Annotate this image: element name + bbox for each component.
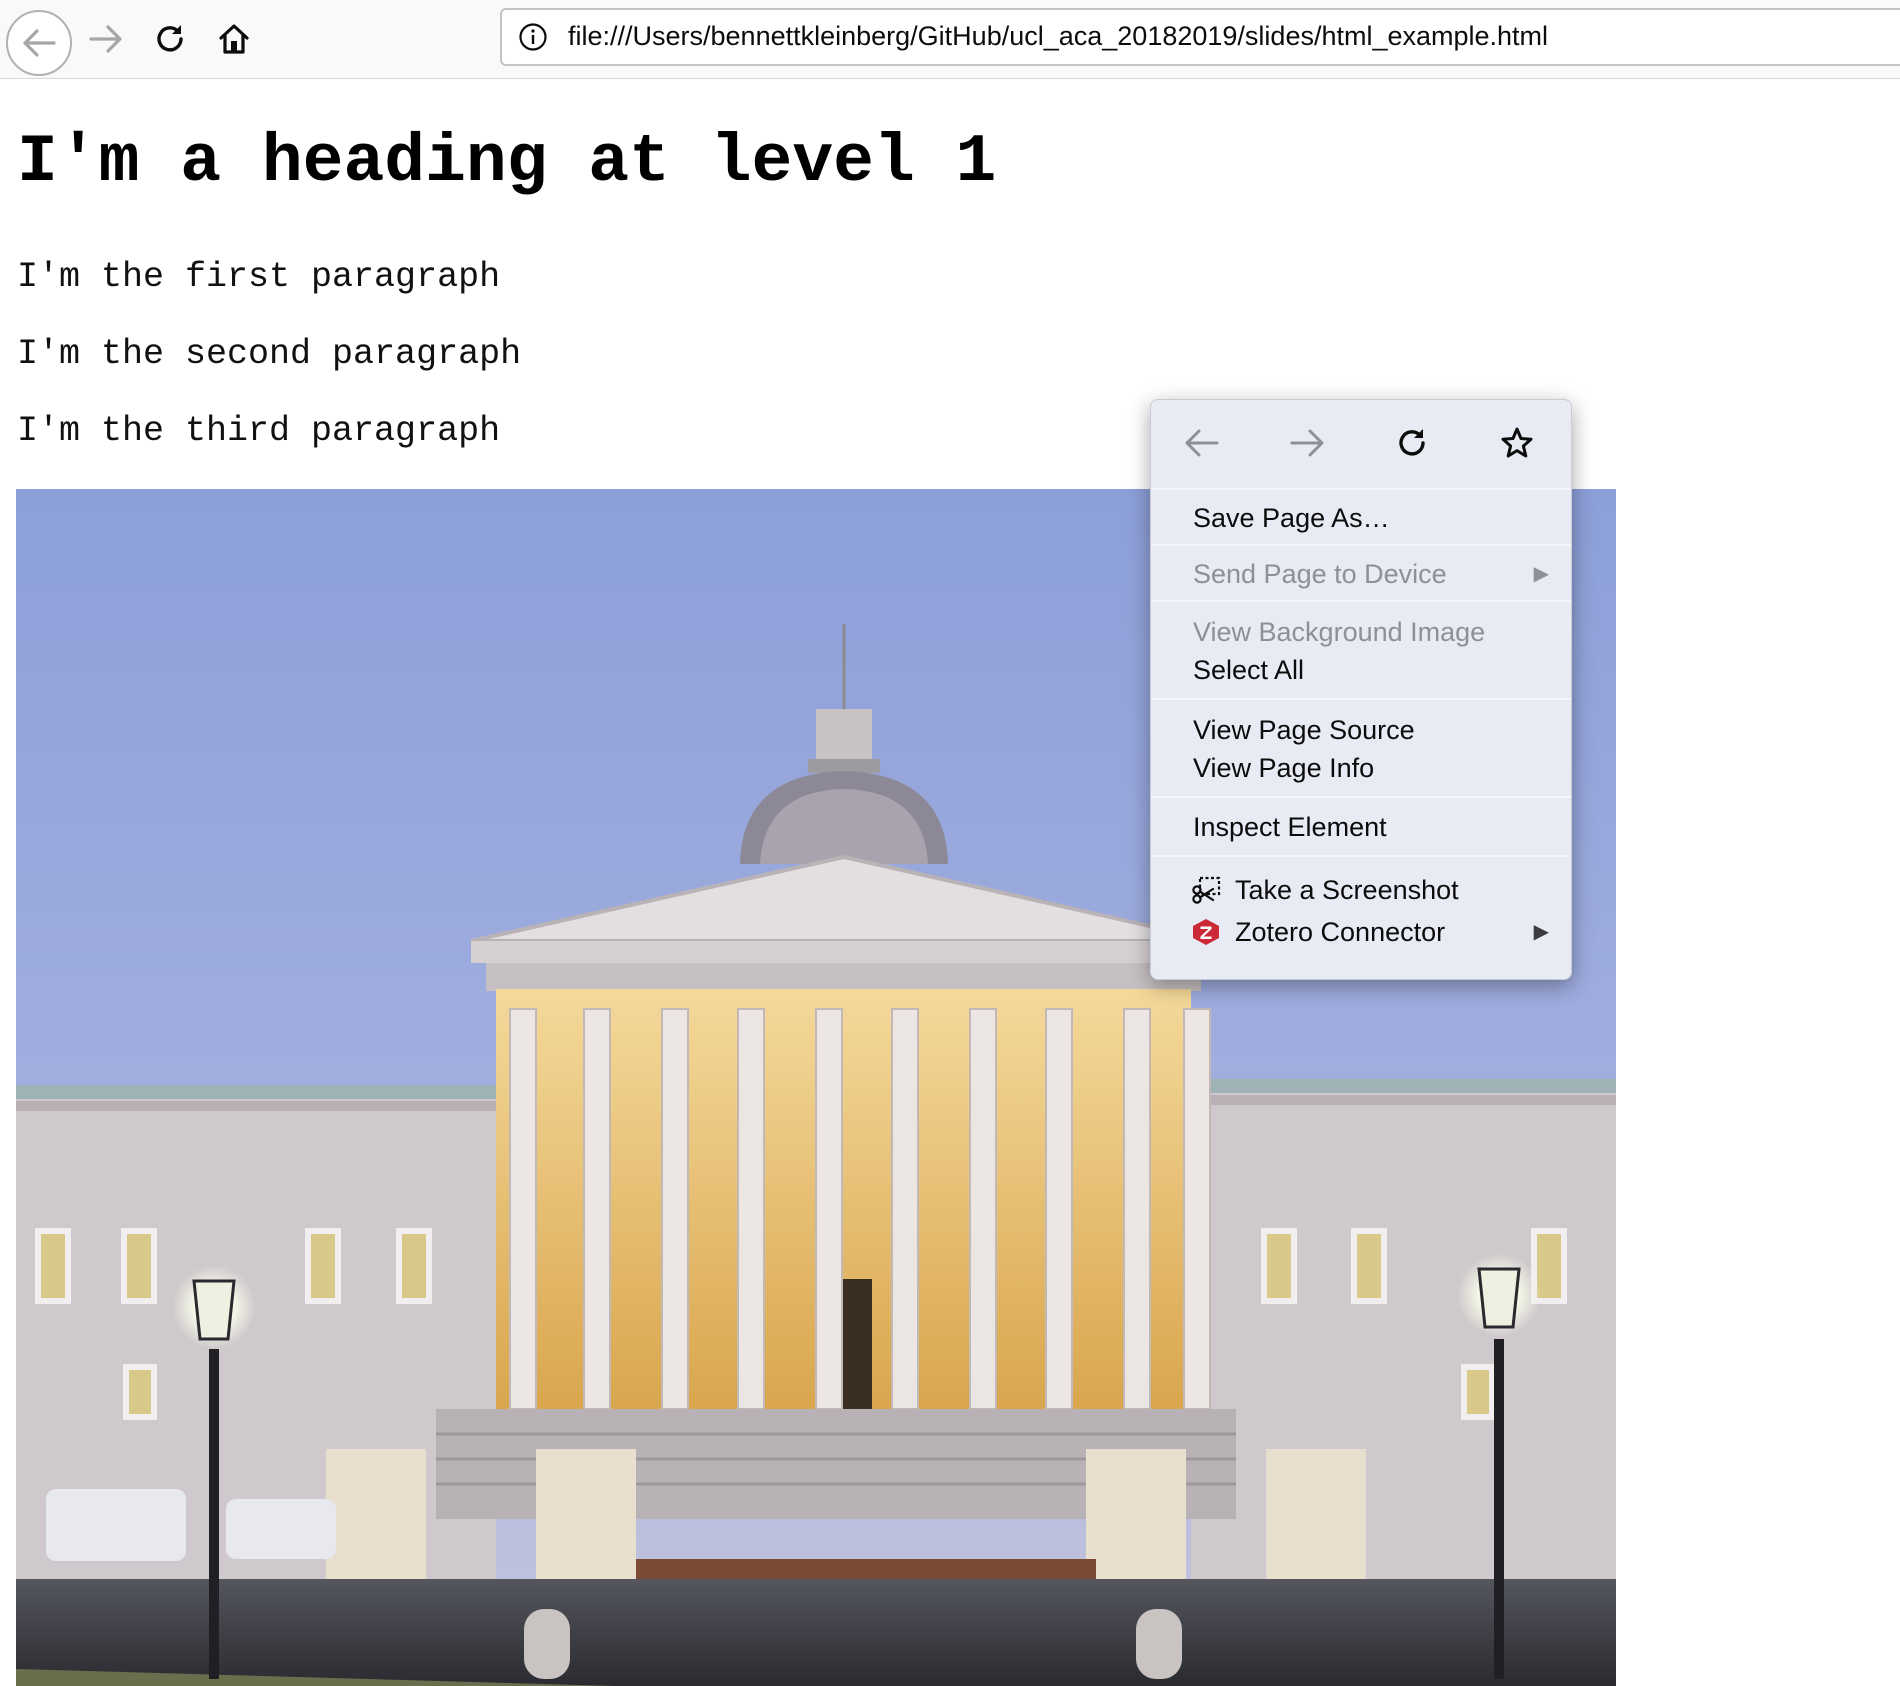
- zotero-icon: [1193, 919, 1219, 945]
- reload-icon: [1399, 429, 1425, 456]
- menu-item-label: Send Page to Device: [1193, 559, 1447, 589]
- submenu-arrow-icon: ▶: [1533, 563, 1549, 585]
- reload-button[interactable]: [142, 11, 198, 67]
- context-bookmark-button[interactable]: [1494, 420, 1540, 466]
- paragraph-second: I'm the second paragraph: [17, 334, 522, 374]
- context-group-inspect: Inspect Element: [1151, 798, 1571, 855]
- url-bar[interactable]: file:///Users/bennettkleinberg/GitHub/uc…: [500, 8, 1900, 66]
- menu-item-label: Zotero Connector: [1235, 917, 1446, 947]
- back-arrow-icon: [23, 29, 56, 57]
- menu-item-view-background-image[interactable]: View Background Image: [1151, 613, 1571, 651]
- url-text[interactable]: file:///Users/bennettkleinberg/GitHub/uc…: [568, 21, 1548, 52]
- context-menu-navigation: [1151, 400, 1571, 490]
- menu-item-take-screenshot[interactable]: Take a Screenshot: [1151, 869, 1571, 911]
- context-group-extensions: Take a Screenshot Zotero Connector ▶: [1151, 857, 1571, 963]
- menu-item-label: Take a Screenshot: [1235, 875, 1459, 905]
- context-group-save: Save Page As…: [1151, 490, 1571, 544]
- menu-item-zotero-connector[interactable]: Zotero Connector ▶: [1151, 911, 1571, 953]
- context-back-button[interactable]: [1179, 420, 1225, 466]
- submenu-arrow-icon: ▶: [1533, 921, 1549, 943]
- context-forward-button[interactable]: [1284, 420, 1330, 466]
- menu-item-view-page-info[interactable]: View Page Info: [1151, 749, 1571, 787]
- page-content: I'm a heading at level 1 I'm the first p…: [0, 79, 1900, 1686]
- paragraph-third: I'm the third paragraph: [17, 411, 501, 451]
- browser-toolbar: file:///Users/bennettkleinberg/GitHub/uc…: [0, 0, 1900, 79]
- context-group-view: View Page Source View Page Info: [1151, 700, 1571, 796]
- context-menu: Save Page As… Send Page to Device ▶ View…: [1150, 399, 1572, 980]
- menu-item-select-all[interactable]: Select All: [1151, 651, 1571, 689]
- paragraph-first: I'm the first paragraph: [17, 257, 501, 297]
- reload-icon: [157, 25, 183, 52]
- context-group-send: Send Page to Device ▶: [1151, 546, 1571, 600]
- back-arrow-icon: [1185, 429, 1219, 457]
- home-button[interactable]: [206, 11, 262, 67]
- forward-arrow-icon: [1290, 429, 1324, 457]
- menu-item-inspect-element[interactable]: Inspect Element: [1151, 808, 1571, 846]
- page-heading: I'm a heading at level 1: [17, 124, 997, 201]
- back-button[interactable]: [6, 10, 72, 76]
- menu-item-view-page-source[interactable]: View Page Source: [1151, 711, 1571, 749]
- home-icon: [219, 24, 249, 54]
- info-icon[interactable]: [518, 22, 548, 52]
- context-reload-button[interactable]: [1389, 420, 1435, 466]
- forward-button[interactable]: [78, 11, 134, 67]
- context-group-select: View Background Image Select All: [1151, 602, 1571, 698]
- menu-item-save-page-as[interactable]: Save Page As…: [1151, 499, 1571, 537]
- forward-arrow-icon: [89, 25, 122, 53]
- screenshot-scissors-icon: [1192, 876, 1221, 904]
- bookmark-star-icon: [1501, 427, 1533, 458]
- menu-item-send-page-to-device[interactable]: Send Page to Device ▶: [1151, 555, 1571, 593]
